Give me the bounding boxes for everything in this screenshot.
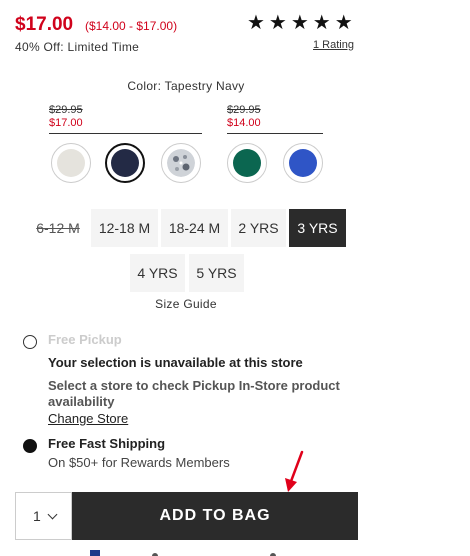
original-price: $29.95 <box>49 104 83 116</box>
sale-price: $17.00 <box>15 14 74 35</box>
size-6-12m[interactable]: 6-12 M <box>29 209 87 247</box>
color-swatch-green[interactable] <box>227 143 267 183</box>
quantity-select[interactable]: 1 <box>15 492 72 540</box>
size-3-yrs[interactable]: 3 YRS <box>289 209 346 247</box>
pickup-unavailable-text: Your selection is unavailable at this st… <box>48 355 303 370</box>
pickup-radio[interactable] <box>23 335 37 349</box>
shipping-title: Free Fast Shipping <box>48 436 166 451</box>
swatch-color <box>289 149 317 177</box>
quantity-value: 1 <box>33 508 41 524</box>
color-swatch-pattern[interactable] <box>161 143 201 183</box>
discount-text: 40% Off: Limited Time <box>15 40 140 54</box>
shipping-subtitle: On $50+ for Rewards Members <box>48 455 230 470</box>
divider <box>49 133 202 134</box>
size-12-18m[interactable]: 12-18 M <box>91 209 158 247</box>
size-5-yrs[interactable]: 5 YRS <box>189 254 244 292</box>
add-to-bag-button[interactable]: ADD TO BAG <box>72 492 358 540</box>
swatch-color <box>233 149 261 177</box>
size-guide-link[interactable]: Size Guide <box>0 297 372 311</box>
size-18-24m[interactable]: 18-24 M <box>161 209 228 247</box>
color-swatch-tapestry-navy[interactable] <box>105 143 145 183</box>
cut-off-icon <box>90 550 100 556</box>
divider <box>227 133 323 134</box>
color-label: Color: Tapestry Navy <box>127 79 245 93</box>
chevron-down-icon <box>47 509 58 519</box>
size-4-yrs[interactable]: 4 YRS <box>130 254 185 292</box>
pickup-select-store-text: Select a store to check Pickup In-Store … <box>48 378 340 409</box>
price-group-1: $29.95 $17.00 <box>49 104 202 134</box>
change-store-link[interactable]: Change Store <box>48 411 128 426</box>
swatch-color <box>57 149 85 177</box>
size-2-yrs[interactable]: 2 YRS <box>231 209 286 247</box>
price-group-2: $29.95 $14.00 <box>227 104 323 134</box>
original-price: $29.95 <box>227 104 261 116</box>
swatch-group-price: $14.00 <box>227 117 261 129</box>
color-swatch-blue[interactable] <box>283 143 323 183</box>
shipping-radio[interactable] <box>23 439 37 453</box>
color-swatch-cream[interactable] <box>51 143 91 183</box>
rating-link[interactable]: 1 Rating <box>313 39 354 51</box>
price-range: ($14.00 - $17.00) <box>85 19 178 33</box>
pickup-title: Free Pickup <box>48 332 122 347</box>
star-rating: ★★★★★ <box>247 12 357 34</box>
swatch-pattern-icon <box>167 149 195 177</box>
swatch-color <box>111 149 139 177</box>
swatch-group-price: $17.00 <box>49 117 83 129</box>
annotation-arrow-icon <box>285 450 304 492</box>
